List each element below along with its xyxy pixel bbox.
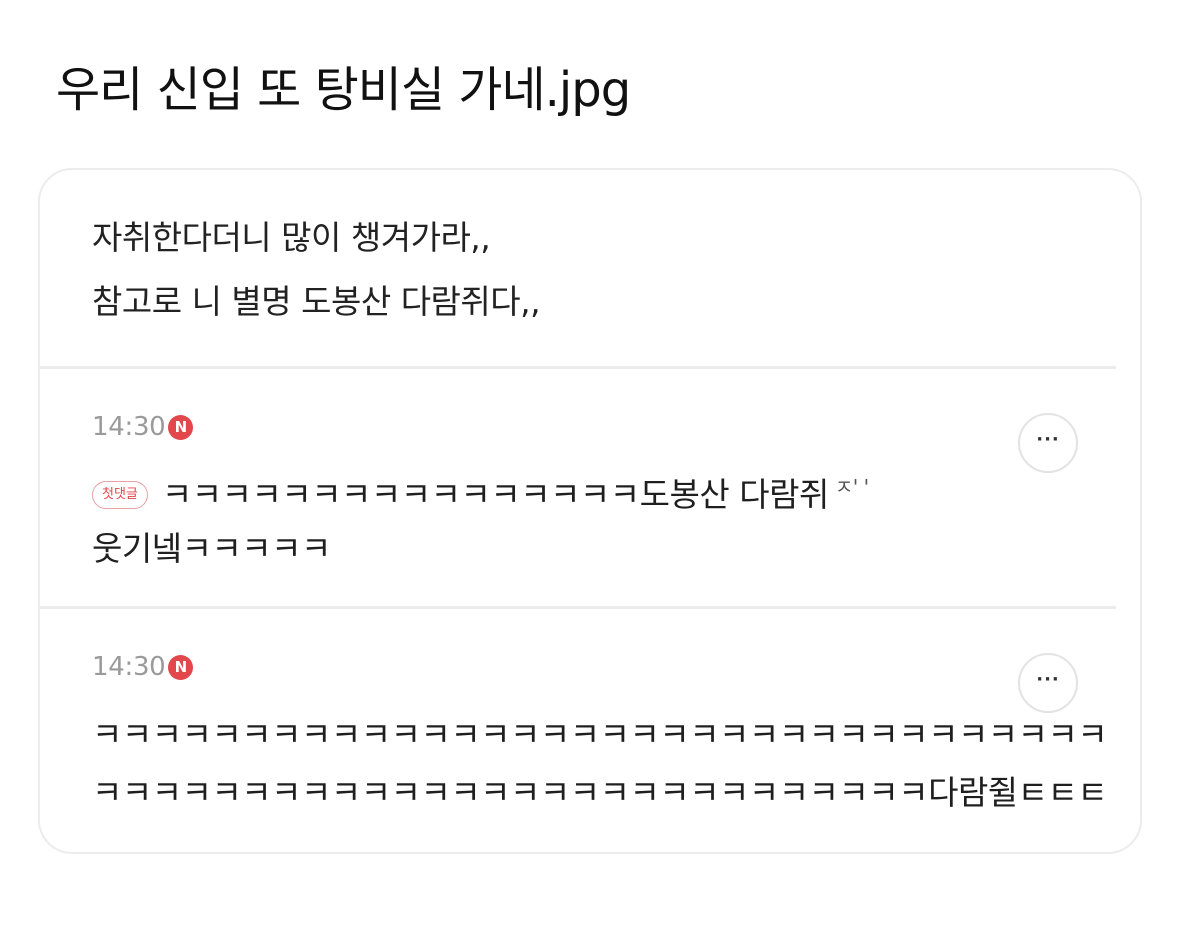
comment-text-trailing: ㅈ' ' xyxy=(834,475,869,499)
comment-text-line-1: 첫댓글 ㅋㅋㅋㅋㅋㅋㅋㅋㅋㅋㅋㅋㅋㅋㅋㅋ도봉산 다람쥐 ㅈ' ' xyxy=(92,473,869,517)
comment-meta: 14:30 N xyxy=(92,649,194,685)
comment-time: 14:30 xyxy=(92,652,166,682)
new-badge-icon: N xyxy=(168,414,194,440)
comment-meta: 14:30 N xyxy=(92,409,194,445)
comment-time: 14:30 xyxy=(92,412,166,442)
new-badge-icon: N xyxy=(168,654,194,680)
original-post: 자취한다더니 많이 챙겨가라,, 참고로 니 별명 도봉산 다람쥐다,, xyxy=(40,170,1140,368)
comment-text-line-2: 웃기넼ㅋㅋㅋㅋㅋ xyxy=(92,529,331,568)
comment-card: 자취한다더니 많이 챙겨가라,, 참고로 니 별명 도봉산 다람쥐다,, 14:… xyxy=(38,168,1142,854)
original-post-line-2: 참고로 니 별명 도봉산 다람쥐다,, xyxy=(92,282,541,321)
more-options-button[interactable]: ··· xyxy=(1018,413,1078,473)
comment-text-line-1: ㅋㅋㅋㅋㅋㅋㅋㅋㅋㅋㅋㅋㅋㅋㅋㅋㅋㅋㅋㅋㅋㅋㅋㅋㅋㅋㅋㅋㅋㅋㅋㅋㅋㅋ xyxy=(92,715,1108,754)
comment-text: ㅋㅋㅋㅋㅋㅋㅋㅋㅋㅋㅋㅋㅋㅋㅋㅋ도봉산 다람쥐 xyxy=(161,475,829,514)
comment-item: 14:30 N ··· 첫댓글 ㅋㅋㅋㅋㅋㅋㅋㅋㅋㅋㅋㅋㅋㅋㅋㅋ도봉산 다람쥐 … xyxy=(40,369,1140,606)
more-horizontal-icon: ··· xyxy=(1036,429,1060,450)
post-title: 우리 신입 또 탕비실 가네.jpg xyxy=(56,62,631,118)
original-post-line-1: 자취한다더니 많이 챙겨가라,, xyxy=(92,218,491,257)
comment-item: 14:30 N ··· ㅋㅋㅋㅋㅋㅋㅋㅋㅋㅋㅋㅋㅋㅋㅋㅋㅋㅋㅋㅋㅋㅋㅋㅋㅋㅋㅋㅋ… xyxy=(40,609,1140,852)
first-comment-badge: 첫댓글 xyxy=(92,481,148,509)
more-options-button[interactable]: ··· xyxy=(1018,653,1078,713)
page: 우리 신입 또 탕비실 가네.jpg 자취한다더니 많이 챙겨가라,, 참고로 … xyxy=(0,0,1179,949)
more-horizontal-icon: ··· xyxy=(1036,669,1060,690)
comment-text-line-2: ㅋㅋㅋㅋㅋㅋㅋㅋㅋㅋㅋㅋㅋㅋㅋㅋㅋㅋㅋㅋㅋㅋㅋㅋㅋㅋㅋㅋ다람쥘ㅌㅌㅌ xyxy=(92,773,1108,812)
